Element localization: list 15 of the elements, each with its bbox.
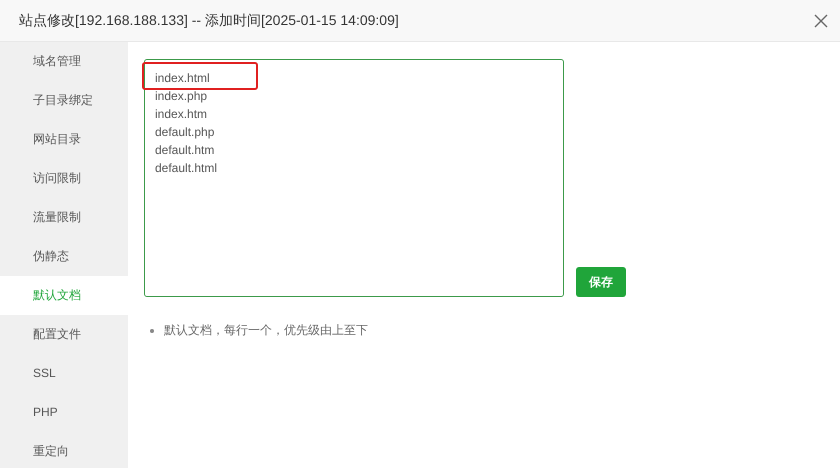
sidebar-item[interactable]: 伪静态	[0, 237, 128, 276]
sidebar-item[interactable]: PHP	[0, 393, 128, 432]
close-icon[interactable]	[814, 14, 828, 28]
bullet-dot	[150, 328, 154, 332]
sidebar-item[interactable]: 访问限制	[0, 159, 128, 198]
hint-text: 默认文档，每行一个，优先级由上至下	[164, 322, 368, 339]
document-list-field[interactable]: index.html index.php index.htm default.php default.htm default.html	[144, 59, 564, 297]
sidebar-item[interactable]: 域名管理	[0, 42, 128, 81]
sidebar-item[interactable]: 子目录绑定	[0, 81, 128, 120]
sidebar-item[interactable]: 重定向	[0, 432, 128, 468]
sidebar-item[interactable]: SSL	[0, 354, 128, 393]
sidebar-item[interactable]: 配置文件	[0, 315, 128, 354]
sidebar-item[interactable]: 流量限制	[0, 198, 128, 237]
window-title: 站点修改[192.168.188.133] -- 添加时间[2025-01-15 14:09:09]	[19, 12, 399, 30]
sidebar-item[interactable]: 网站目录	[0, 120, 128, 159]
